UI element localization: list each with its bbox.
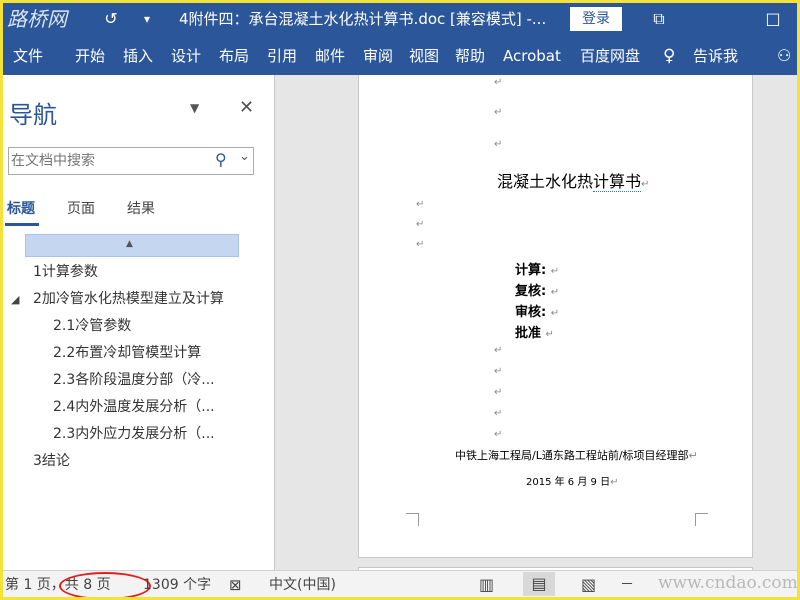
heading-scroll-up[interactable]: ▲: [25, 234, 239, 257]
tab-design[interactable]: 设计: [171, 46, 201, 66]
tab-baidu-netdisk[interactable]: 百度网盘: [580, 46, 640, 66]
nav-options-dropdown-icon[interactable]: ▼: [190, 101, 199, 115]
scroll-up-icon: ▲: [126, 239, 133, 249]
tab-home[interactable]: 开始: [75, 46, 105, 66]
organization-line: 中铁上海工程局∕L通东路工程站前∕标项目经理部↵: [455, 449, 698, 462]
ribbon-tabs: 文件 开始 插入 设计 布局 引用 邮件 审阅 视图 帮助 Acrobat 百度…: [3, 37, 797, 75]
share-icon[interactable]: ⚇: [777, 46, 791, 66]
maximize-icon[interactable]: □: [763, 9, 783, 29]
search-options-chevron-icon[interactable]: ⌄: [239, 149, 250, 164]
language-indicator[interactable]: 中文(中国): [269, 576, 336, 594]
web-layout-icon[interactable]: ▧: [581, 576, 596, 594]
tab-review[interactable]: 审阅: [363, 46, 393, 66]
tab-references[interactable]: 引用: [267, 46, 297, 66]
title-bar: 路桥网 ↺ ▾ 4附件四：承台混凝土水化热计算书.doc [兼容模式] -...…: [3, 3, 797, 37]
margin-corner-mark: [406, 513, 419, 526]
heading-item[interactable]: 1计算参数: [33, 261, 98, 281]
paragraph-mark: ↵: [416, 199, 425, 210]
document-page[interactable]: ↵ ↵ ↵ 混凝土水化热计算书↵ ↵ ↵ ↵ 计算: ↵ 复核: ↵ 审核: ↵…: [358, 75, 753, 558]
heading-item[interactable]: 2.3各阶段温度分部（冷...: [53, 369, 215, 389]
heading-item[interactable]: 2.2布置冷却管模型计算: [53, 342, 201, 362]
collapse-triangle-icon[interactable]: ◢: [11, 293, 19, 306]
paragraph-mark: ↵: [494, 366, 503, 377]
signature-line: 计算: ↵: [515, 263, 560, 278]
margin-corner-mark: [695, 513, 708, 526]
tell-me-search[interactable]: 告诉我: [693, 46, 738, 66]
paragraph-mark: ↵: [416, 219, 425, 230]
tab-help[interactable]: 帮助: [455, 46, 485, 66]
paragraph-mark: ↵: [494, 429, 503, 440]
ribbon-display-options-icon[interactable]: ⧉: [649, 9, 669, 29]
site-logo: 路桥网: [7, 7, 67, 31]
zoom-out-button[interactable]: －: [620, 576, 634, 594]
document-title: 混凝土水化热计算书↵: [497, 172, 650, 192]
print-layout-icon[interactable]: ▤: [523, 572, 555, 596]
paragraph-mark: ↵: [494, 387, 503, 398]
signature-line: 复核: ↵: [515, 284, 560, 299]
navigation-pane: 导航 ▼ ✕ ⚲ ⌄ 标题 页面 结果 ▲ 1计算参数 ◢ 2加冷管水化热模型建…: [3, 75, 275, 570]
tab-view[interactable]: 视图: [409, 46, 439, 66]
paragraph-mark: ↵: [494, 107, 503, 118]
nav-close-icon[interactable]: ✕: [239, 97, 254, 118]
nav-search-input[interactable]: [11, 151, 201, 171]
signature-line: 批准 ↵: [515, 326, 554, 341]
read-mode-icon[interactable]: ▥: [479, 576, 494, 594]
heading-item[interactable]: 2.1冷管参数: [53, 315, 131, 335]
heading-item[interactable]: 3结论: [33, 450, 70, 470]
quick-access-dropdown-icon[interactable]: ▾: [137, 9, 157, 29]
heading-item[interactable]: 2.3内外应力发展分析（...: [53, 423, 215, 443]
proofing-icon[interactable]: ⊠: [229, 576, 242, 594]
document-canvas[interactable]: ↵ ↵ ↵ 混凝土水化热计算书↵ ↵ ↵ ↵ 计算: ↵ 复核: ↵ 审核: ↵…: [275, 75, 797, 570]
lightbulb-icon[interactable]: ♀: [663, 46, 675, 66]
login-button[interactable]: 登录: [570, 7, 622, 31]
word-window: 路桥网 ↺ ▾ 4附件四：承台混凝土水化热计算书.doc [兼容模式] -...…: [0, 0, 800, 600]
nav-tab-pages[interactable]: 页面: [67, 199, 95, 219]
tab-file[interactable]: 文件: [13, 46, 43, 66]
red-highlight-circle: [59, 572, 151, 597]
signature-line: 审核: ↵: [515, 305, 560, 320]
heading-item[interactable]: 2加冷管水化热模型建立及计算: [33, 288, 224, 308]
nav-tab-results[interactable]: 结果: [127, 199, 155, 219]
document-date: 2015 年 6 月 9 日↵: [526, 477, 619, 488]
paragraph-mark: ↵: [494, 345, 503, 356]
paragraph-mark: ↵: [494, 408, 503, 419]
tab-insert[interactable]: 插入: [123, 46, 153, 66]
paragraph-mark: ↵: [494, 139, 503, 150]
paragraph-mark: ↵: [416, 239, 425, 250]
status-bar: 第 1 页，共 8 页 1309 个字 ⊠ 中文(中国) ▥ ▤ ▧ － www…: [3, 570, 798, 597]
search-icon[interactable]: ⚲: [215, 150, 227, 169]
active-tab-underline: [5, 223, 39, 226]
undo-icon[interactable]: ↺: [101, 9, 121, 29]
word-count[interactable]: 1309 个字: [143, 576, 211, 594]
paragraph-mark: ↵: [494, 77, 503, 88]
tab-mailings[interactable]: 邮件: [315, 46, 345, 66]
nav-tabs: 标题 页面 结果: [3, 199, 274, 227]
heading-item[interactable]: 2.4内外温度发展分析（...: [53, 396, 215, 416]
tab-layout[interactable]: 布局: [219, 46, 249, 66]
nav-pane-title: 导航: [9, 101, 57, 129]
site-watermark: www.cndao.com: [658, 573, 798, 593]
window-title: 4附件四：承台混凝土水化热计算书.doc [兼容模式] -...: [179, 10, 547, 28]
nav-tab-headings[interactable]: 标题: [7, 199, 35, 219]
nav-search-box: ⚲ ⌄: [8, 147, 254, 175]
tab-acrobat[interactable]: Acrobat: [503, 46, 561, 66]
